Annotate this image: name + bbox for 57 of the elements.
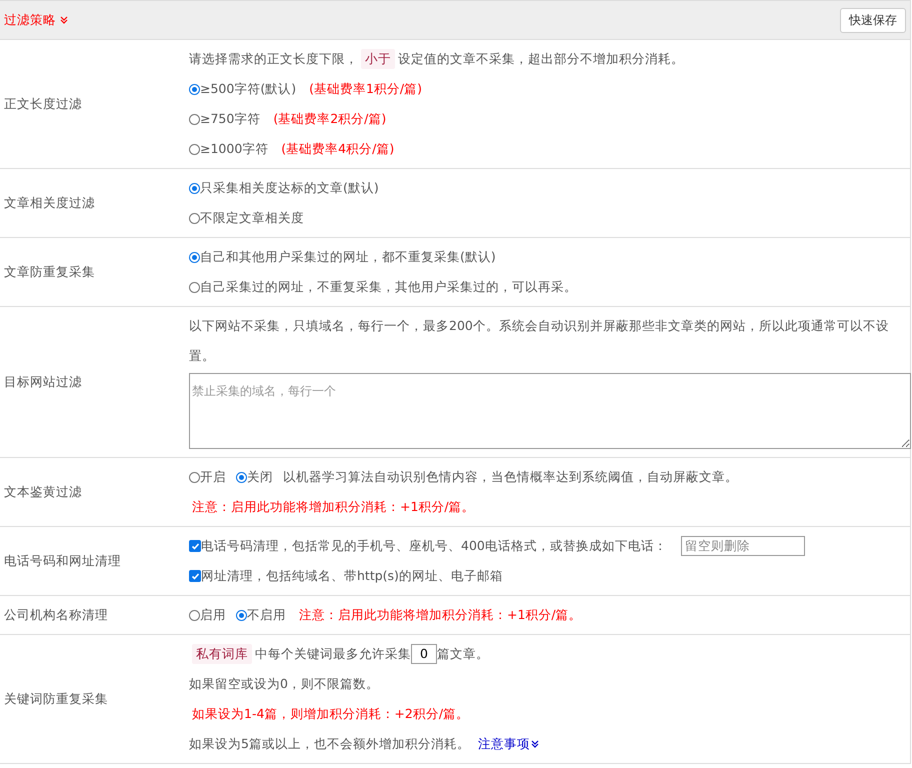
row-label: 关键词防重复采集 [3,690,109,708]
count-input-field[interactable]: 0 [411,644,437,664]
row-label: 正文长度过滤 [3,94,83,112]
phone-input-field[interactable]: 留空则删除 [680,536,805,556]
radio-button[interactable] [189,252,200,262]
description-text: 中每个关键词最多允许采集 [255,645,411,663]
domain-textarea[interactable]: 禁止采集的域名，每行一个 [189,373,911,449]
row-label: 文章相关度过滤 [3,194,96,212]
radio-button[interactable] [189,84,200,94]
row-label: 公司机构名称清理 [3,606,109,624]
notes-link[interactable]: 注意事项 [478,729,539,759]
warning-text: (基础费率4积分/篇) [281,140,394,158]
checkbox[interactable] [189,540,201,552]
description-text: 如果设为5篇或以上，也不会额外增加积分消耗。 [189,735,470,753]
radio-button[interactable] [189,144,200,154]
radio-button[interactable] [189,114,200,124]
option-label[interactable]: 启用 [200,600,226,630]
double-chevron-icon [60,16,68,24]
option-label[interactable]: 自己和其他用户采集过的网址，都不重复采集(默认) [200,242,496,272]
description-text: 以机器学习算法自动识别色情内容，当色情概率达到系统阈值，自动屏蔽文章。 [283,468,738,486]
radio-button[interactable] [236,610,247,620]
option-label[interactable]: 关闭 [247,462,273,492]
option-label[interactable]: ≥1000字符 [200,134,268,164]
warning-text: (基础费率2积分/篇) [273,110,386,128]
highlight-tag: 小于 [361,49,395,69]
description-text: 以下网站不采集，只填域名，每行一个，最多200个。系统会自动识别并屏蔽那些非文章类的网站，所以此项通常可以不设置。 [189,317,890,365]
option-label[interactable]: ≥750字符 [200,104,260,134]
option-label[interactable]: 只采集相关度达标的文章(默认) [200,173,379,203]
warning-text: 注意：启用此功能将增加积分消耗：+1积分/篇。 [299,606,582,624]
option-label[interactable]: 自己采集过的网址，不重复采集，其他用户采集过的，可以再采。 [200,272,577,302]
description-text: 如果留空或设为0，则不限篇数。 [189,675,379,693]
checkbox[interactable] [189,570,201,582]
radio-button[interactable] [189,472,200,482]
radio-button[interactable] [189,610,200,620]
option-label[interactable]: 网址清理，包括纯域名、带http(s)的网址、电子邮箱 [201,561,503,591]
row-label: 文本鉴黄过滤 [3,482,83,500]
option-label[interactable]: 不启用 [247,600,286,630]
radio-button[interactable] [189,282,200,292]
warning-text: (基础费率1积分/篇) [309,80,422,98]
description-text: 设定值的文章不采集，超出部分不增加积分消耗。 [398,50,684,68]
description-text: 请选择需求的正文长度下限， [189,50,358,68]
row-label: 文章防重复采集 [3,262,96,280]
description-text: 篇文章。 [437,645,489,663]
radio-button[interactable] [189,212,200,224]
row-label: 目标网站过滤 [3,372,83,390]
option-label[interactable]: 开启 [200,462,226,492]
option-label[interactable]: 电话号码清理，包括常见的手机号、座机号、400电话格式，或替换成如下电话： [201,531,667,561]
warning-text: 注意：启用此功能将增加积分消耗：+1积分/篇。 [192,498,475,516]
option-label[interactable]: ≥500字符(默认) [200,74,296,104]
double-chevron-icon [530,740,539,748]
radio-button[interactable] [236,472,247,482]
quick-save-button[interactable]: 快速保存 [840,8,906,32]
radio-button[interactable] [189,182,200,194]
highlight-tag: 私有词库 [192,644,252,664]
row-label: 电话号码和网址清理 [3,552,122,570]
warning-text: 如果设为1-4篇，则增加积分消耗：+2积分/篇。 [192,705,470,723]
option-label[interactable]: 不限定文章相关度 [200,203,304,233]
